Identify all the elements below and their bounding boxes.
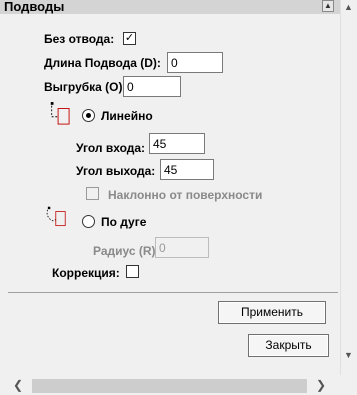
arc-label: По дуге bbox=[101, 215, 147, 229]
radius-label: Радиус (R): bbox=[93, 244, 160, 258]
entry-angle-input[interactable] bbox=[149, 133, 205, 154]
divider bbox=[8, 292, 338, 293]
entry-angle-label: Угол входа: bbox=[76, 141, 146, 155]
vertical-scrollbar[interactable] bbox=[340, 0, 357, 375]
linear-lead-icon bbox=[50, 102, 70, 125]
scroll-down-arrow-icon[interactable]: ▼ bbox=[340, 348, 357, 362]
apply-button[interactable]: Применить bbox=[218, 301, 326, 324]
no-lead-checkbox[interactable]: ✓ bbox=[123, 32, 136, 45]
radius-input[interactable] bbox=[155, 237, 209, 258]
scroll-left-arrow-icon[interactable]: ❮ bbox=[12, 377, 24, 393]
checkmark-icon: ✓ bbox=[124, 32, 135, 44]
close-button[interactable]: Закрыть bbox=[248, 334, 329, 357]
scroll-right-arrow-icon[interactable]: ❯ bbox=[315, 377, 327, 393]
scroll-up-arrow-icon[interactable]: ▲ bbox=[340, 0, 357, 14]
correction-label: Коррекция: bbox=[52, 266, 120, 280]
cutout-label: Выгрубка (O): bbox=[44, 80, 127, 94]
panel-title: Подводы bbox=[4, 0, 65, 14]
exit-angle-input[interactable] bbox=[160, 159, 214, 180]
collapse-button[interactable]: ▲ bbox=[322, 0, 334, 12]
lead-length-label: Длина Подвода (D): bbox=[44, 56, 161, 70]
exit-angle-label: Угол выхода: bbox=[76, 164, 156, 178]
correction-checkbox[interactable] bbox=[126, 265, 139, 278]
linear-radio[interactable] bbox=[82, 109, 95, 122]
arc-radio[interactable] bbox=[82, 215, 95, 228]
cutout-input[interactable] bbox=[123, 76, 181, 97]
arc-lead-icon bbox=[46, 206, 66, 227]
no-lead-label: Без отвода: bbox=[44, 32, 115, 46]
linear-label: Линейно bbox=[101, 109, 153, 123]
tilt-label: Наклонно от поверхности bbox=[108, 188, 263, 202]
horizontal-scroll-thumb[interactable] bbox=[32, 379, 307, 393]
lead-length-input[interactable] bbox=[167, 52, 223, 73]
tilt-checkbox[interactable] bbox=[86, 187, 99, 200]
